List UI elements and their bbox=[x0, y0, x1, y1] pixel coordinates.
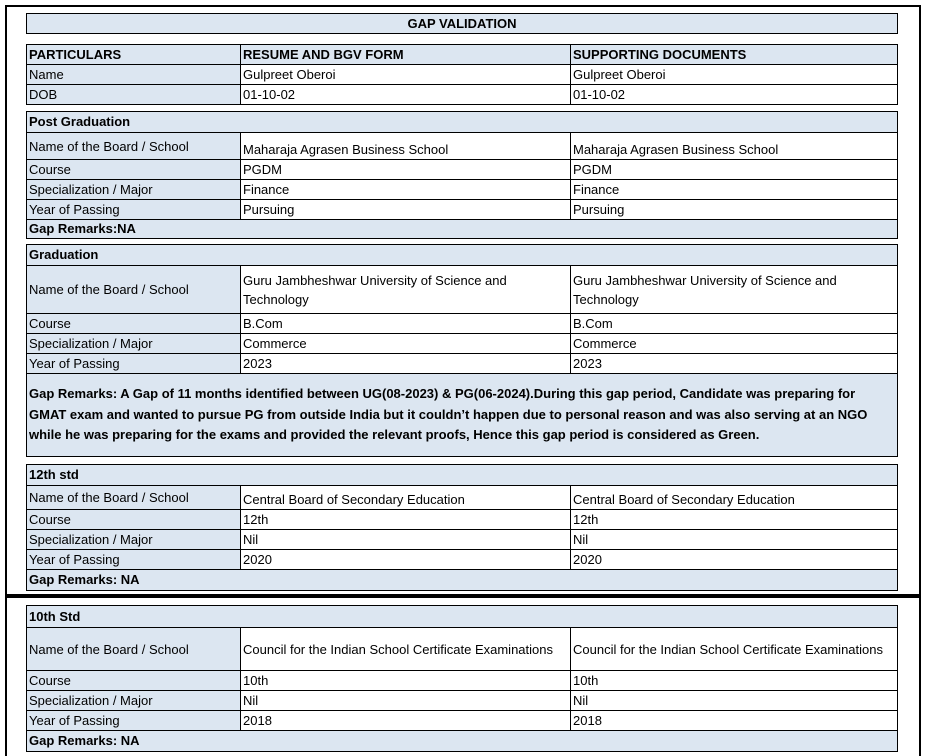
table-row: Year of Passing 2023 2023 bbox=[27, 353, 897, 373]
docs-value: Central Board of Secondary Education bbox=[573, 492, 795, 507]
resume-value: Commerce bbox=[241, 334, 571, 353]
table-row: Course 10th 10th bbox=[27, 670, 897, 690]
page-title: GAP VALIDATION bbox=[26, 13, 898, 34]
resume-value: Gulpreet Oberoi bbox=[241, 65, 571, 84]
personal-table: PARTICULARS RESUME AND BGV FORM SUPPORTI… bbox=[26, 44, 898, 105]
section-12th-std: 12th std Name of the Board / School Cent… bbox=[26, 464, 898, 591]
gap-remarks: Gap Remarks: NA bbox=[27, 731, 897, 751]
row-label: DOB bbox=[27, 85, 241, 104]
section-heading: 10th Std bbox=[27, 606, 897, 627]
row-label: Name bbox=[27, 65, 241, 84]
docs-value: 2020 bbox=[573, 552, 602, 567]
resume-value: Pursuing bbox=[241, 200, 571, 219]
section-heading: 12th std bbox=[27, 465, 897, 485]
table-row: Name Gulpreet Oberoi Gulpreet Oberoi bbox=[27, 64, 897, 84]
docs-value: Nil bbox=[573, 693, 589, 708]
row-label: Course bbox=[27, 510, 241, 529]
resume-value: B.Com bbox=[241, 314, 571, 333]
table-row: Year of Passing 2020 2020 bbox=[27, 549, 897, 569]
header-particulars: PARTICULARS bbox=[27, 45, 241, 64]
resume-value: 2018 bbox=[241, 711, 571, 730]
table-row: Name of the Board / School Council for t… bbox=[27, 627, 897, 670]
header-resume: RESUME AND BGV FORM bbox=[241, 45, 571, 64]
gap-remarks: Gap Remarks:NA bbox=[27, 220, 897, 238]
docs-value: Guru Jambheshwar University of Science a… bbox=[573, 272, 837, 307]
resume-value: Finance bbox=[241, 180, 571, 199]
table-row: Course B.Com B.Com bbox=[27, 313, 897, 333]
gap-remarks: Gap Remarks: NA bbox=[27, 570, 897, 590]
table-row: Name of the Board / School Guru Jambhesh… bbox=[27, 265, 897, 313]
docs-value: Pursuing bbox=[573, 202, 625, 217]
resume-value: 10th bbox=[241, 671, 571, 690]
table-row: Course 12th 12th bbox=[27, 509, 897, 529]
docs-value: Gulpreet Oberoi bbox=[573, 67, 666, 82]
table-row: Year of Passing Pursuing Pursuing bbox=[27, 199, 897, 219]
docs-value: 10th bbox=[573, 673, 599, 688]
table-row: Specialization / Major Nil Nil bbox=[27, 690, 897, 710]
docs-value: PGDM bbox=[573, 162, 612, 177]
docs-value: Nil bbox=[573, 532, 589, 547]
table-row: DOB 01-10-02 01-10-02 bbox=[27, 84, 897, 104]
row-label: Name of the Board / School bbox=[27, 266, 241, 313]
table-row: Specialization / Major Commerce Commerce bbox=[27, 333, 897, 353]
resume-value: Nil bbox=[241, 691, 571, 710]
row-label: Name of the Board / School bbox=[27, 133, 241, 159]
resume-value: Council for the Indian School Certificat… bbox=[241, 628, 571, 670]
section-10th-std: 10th Std Name of the Board / School Coun… bbox=[26, 605, 898, 752]
resume-value: 12th bbox=[241, 510, 571, 529]
table-row: Specialization / Major Nil Nil bbox=[27, 529, 897, 549]
resume-value: 2020 bbox=[241, 550, 571, 569]
resume-value: Central Board of Secondary Education bbox=[241, 486, 571, 509]
resume-value: Guru Jambheshwar University of Science a… bbox=[241, 266, 571, 313]
docs-value: Finance bbox=[573, 182, 620, 197]
resume-value: Maharaja Agrasen Business School bbox=[241, 133, 571, 159]
row-label: Name of the Board / School bbox=[27, 628, 241, 670]
docs-value: B.Com bbox=[573, 316, 613, 331]
row-label: Specialization / Major bbox=[27, 530, 241, 549]
row-label: Name of the Board / School bbox=[27, 486, 241, 509]
table-row: Year of Passing 2018 2018 bbox=[27, 710, 897, 730]
table-row: Name of the Board / School Maharaja Agra… bbox=[27, 132, 897, 159]
row-label: Course bbox=[27, 671, 241, 690]
docs-value: 12th bbox=[573, 512, 599, 527]
row-label: Year of Passing bbox=[27, 200, 241, 219]
row-label: Course bbox=[27, 160, 241, 179]
resume-value: 2023 bbox=[241, 354, 571, 373]
docs-value: Maharaja Agrasen Business School bbox=[573, 142, 779, 157]
row-label: Year of Passing bbox=[27, 550, 241, 569]
table-row: Specialization / Major Finance Finance bbox=[27, 179, 897, 199]
section-heading: Graduation bbox=[27, 245, 897, 265]
docs-value: 2023 bbox=[573, 356, 602, 371]
gap-remarks: Gap Remarks: A Gap of 11 months identifi… bbox=[27, 374, 897, 456]
section-graduation: Graduation Name of the Board / School Gu… bbox=[26, 244, 898, 457]
header-docs: SUPPORTING DOCUMENTS bbox=[571, 45, 897, 64]
row-label: Specialization / Major bbox=[27, 334, 241, 353]
row-label: Course bbox=[27, 314, 241, 333]
resume-value: 01-10-02 bbox=[241, 85, 571, 104]
docs-value: 2018 bbox=[573, 713, 602, 728]
docs-value: Commerce bbox=[573, 336, 637, 351]
docs-value: Council for the Indian School Certificat… bbox=[573, 641, 883, 657]
table-row: Course PGDM PGDM bbox=[27, 159, 897, 179]
resume-value: PGDM bbox=[241, 160, 571, 179]
resume-value: Nil bbox=[241, 530, 571, 549]
row-label: Specialization / Major bbox=[27, 691, 241, 710]
docs-value: 01-10-02 bbox=[573, 87, 626, 102]
table-row: Name of the Board / School Central Board… bbox=[27, 485, 897, 509]
row-label: Year of Passing bbox=[27, 354, 241, 373]
section-heading: Post Graduation bbox=[27, 112, 897, 132]
section-post-graduation: Post Graduation Name of the Board / Scho… bbox=[26, 111, 898, 239]
row-label: Year of Passing bbox=[27, 711, 241, 730]
row-label: Specialization / Major bbox=[27, 180, 241, 199]
